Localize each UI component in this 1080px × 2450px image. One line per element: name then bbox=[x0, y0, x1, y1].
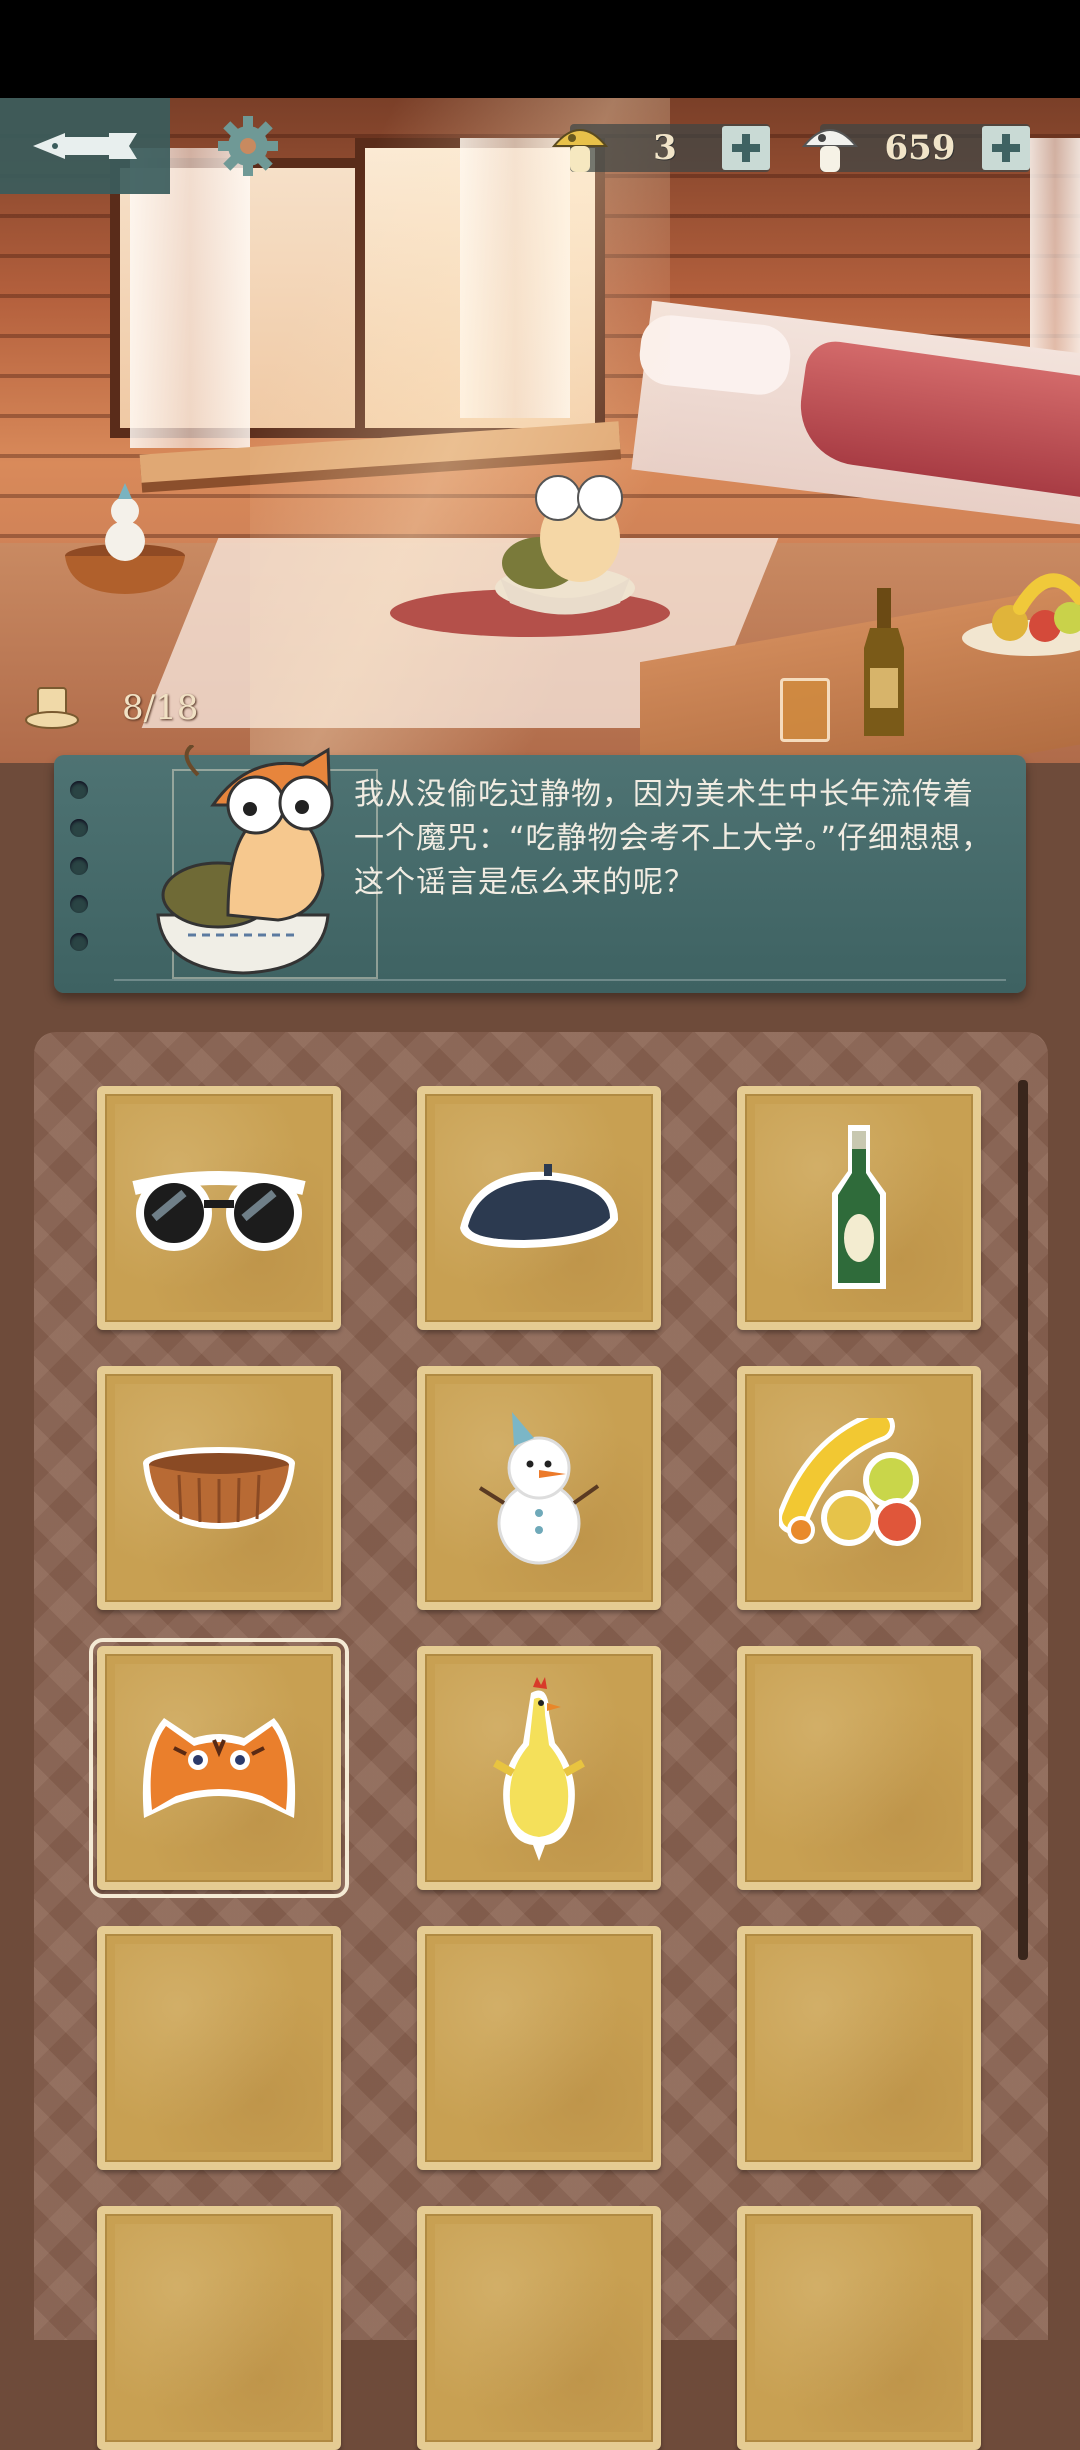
binder-hole bbox=[70, 933, 88, 951]
currency-counter-yellow: 3 bbox=[551, 124, 770, 172]
inventory-scrollbar[interactable] bbox=[1018, 1080, 1028, 1960]
inventory-slot-empty[interactable] bbox=[417, 1926, 661, 2170]
yellow-mushroom-icon bbox=[551, 129, 609, 172]
pen-nib-icon bbox=[33, 133, 137, 159]
inventory-slot-empty[interactable] bbox=[97, 1926, 341, 2170]
binder-hole bbox=[70, 895, 88, 913]
sunglasses-icon bbox=[132, 1171, 306, 1251]
binder-hole bbox=[70, 819, 88, 837]
room-scene bbox=[0, 98, 1080, 763]
settings-button[interactable] bbox=[210, 108, 286, 184]
binder-hole bbox=[70, 781, 88, 799]
progress-text: 8/18 bbox=[122, 688, 199, 728]
cat-character[interactable] bbox=[480, 468, 650, 618]
add-currency-button[interactable] bbox=[722, 126, 770, 170]
inventory-slot-empty[interactable] bbox=[97, 2206, 341, 2450]
dialog-box: 我从没偷吃过静物，因为美术生中长年流传着一个魔咒：“吃静物会考不上大学。”仔细想… bbox=[54, 745, 1026, 993]
scene-glass[interactable] bbox=[780, 678, 830, 742]
plus-icon bbox=[992, 134, 1020, 162]
gear-icon bbox=[218, 116, 278, 176]
currency-counter-white: 659 bbox=[801, 124, 1030, 172]
hat-icon bbox=[25, 687, 79, 729]
beret-icon bbox=[460, 1164, 619, 1248]
wooden-basket-icon bbox=[143, 1447, 295, 1529]
inventory-slot-empty[interactable] bbox=[417, 2206, 661, 2450]
inventory-slot-beret[interactable] bbox=[417, 1086, 661, 1330]
inventory-slot-fruit[interactable] bbox=[737, 1366, 981, 1610]
green-bottle-icon bbox=[832, 1125, 886, 1289]
binder-hole bbox=[70, 857, 88, 875]
inventory-slot-empty[interactable] bbox=[737, 1646, 981, 1890]
rubber-chicken-icon bbox=[493, 1677, 585, 1861]
snowman-icon bbox=[478, 1412, 600, 1565]
scene-fruit[interactable] bbox=[960, 568, 1080, 658]
inventory-slot-tiger-hat[interactable] bbox=[89, 1638, 349, 1898]
divider bbox=[114, 979, 1006, 981]
plus-icon bbox=[732, 134, 760, 162]
inventory-slot-bottle[interactable] bbox=[737, 1086, 981, 1330]
scene-bottle[interactable] bbox=[860, 588, 908, 738]
currency-value-white: 659 bbox=[884, 128, 956, 168]
sun-beam bbox=[250, 98, 670, 763]
inventory-slot-rubber-chicken[interactable] bbox=[417, 1646, 661, 1890]
tiger-hat-icon bbox=[142, 1718, 296, 1818]
top-bar: 3 659 bbox=[0, 98, 1080, 194]
collection-progress: 8/18 bbox=[24, 680, 198, 736]
fruit-icon bbox=[779, 1418, 921, 1546]
currency-value-yellow: 3 bbox=[653, 128, 677, 168]
dialog-text: 我从没偷吃过静物，因为美术生中长年流传着一个魔咒：“吃静物会考不上大学。”仔细想… bbox=[354, 777, 993, 900]
status-bar bbox=[0, 0, 1080, 98]
inventory-slot-sunglasses[interactable] bbox=[97, 1086, 341, 1330]
cat-portrait-icon bbox=[156, 745, 334, 975]
inventory-slot-empty[interactable] bbox=[737, 2206, 981, 2450]
white-mushroom-icon bbox=[801, 129, 859, 172]
inventory-slot-basket[interactable] bbox=[97, 1366, 341, 1610]
add-currency-button[interactable] bbox=[982, 126, 1030, 170]
inventory-slot-empty[interactable] bbox=[737, 1926, 981, 2170]
scene-snowman[interactable] bbox=[90, 483, 160, 563]
menu-button[interactable] bbox=[0, 98, 170, 194]
inventory-slot-snowman[interactable] bbox=[417, 1366, 661, 1610]
